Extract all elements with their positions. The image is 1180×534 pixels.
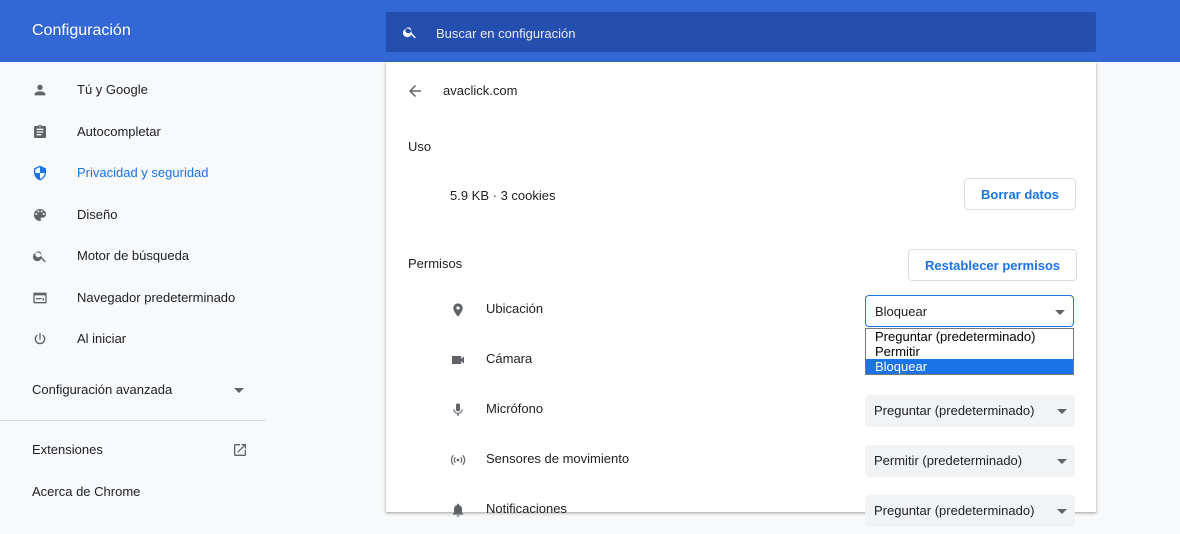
bell-icon [452,503,464,517]
clear-data-button[interactable]: Borrar datos [964,178,1077,210]
microphone-icon [453,403,463,416]
header-bar: Configuración [0,0,1180,62]
sidebar-item-search-engine[interactable]: Motor de búsqueda [0,236,266,276]
sidebar-item-on-startup[interactable]: Al iniciar [0,319,266,359]
permission-row-notifications: Notificaciones Preguntar (predeterminado… [386,486,1096,534]
sidebar-divider [0,420,266,421]
sidebar-item-label: Motor de búsqueda [77,248,190,263]
clipboard-icon [34,124,46,138]
sidebar-item-label: Extensiones [32,442,103,457]
permission-label: Notificaciones [486,501,567,516]
open-in-new-icon [234,444,246,456]
motion-sensors-permission-select[interactable]: Permitir (predeterminado) [865,445,1075,477]
palette-icon [34,209,46,221]
sidebar-item-about-chrome[interactable]: Acerca de Chrome [32,472,140,512]
permissions-heading: Permisos [408,256,463,271]
sidebar-item-you-and-google[interactable]: Tú y Google [0,70,266,110]
location-dropdown-list: Preguntar (predeterminado) Permitir Bloq… [865,328,1074,375]
notifications-permission-select[interactable]: Preguntar (predeterminado) [865,495,1075,527]
dropdown-option-block[interactable]: Bloquear [866,359,1073,374]
permission-row-location: Ubicación Bloquear [386,286,1096,334]
sidebar-item-default-browser[interactable]: Navegador predeterminado [0,278,266,318]
sidebar: Tú y Google Autocompletar Privacidad y s… [0,62,266,512]
search-icon [32,251,46,263]
selected-value: Preguntar (predeterminado) [874,403,1035,418]
permission-row-microphone: Micrófono Preguntar (predeterminado) [386,386,1096,434]
site-settings-card: avaclick.com Uso 5.9 KB · 3 cookies Borr… [386,62,1096,527]
location-permission-select[interactable]: Bloquear [865,295,1074,327]
sidebar-item-appearance[interactable]: Diseño [0,195,266,235]
search-input[interactable] [434,12,1038,54]
person-icon [34,84,46,96]
usage-heading: Uso [408,139,432,154]
sidebar-item-label: Autocompletar [77,124,161,139]
permission-label: Sensores de movimiento [486,451,630,466]
permission-label: Cámara [486,351,533,366]
search-icon [402,27,416,39]
site-name: avaclick.com [443,83,518,98]
search-bar[interactable] [386,12,1096,54]
selected-value: Preguntar (predeterminado) [874,503,1035,518]
advanced-settings-label: Configuración avanzada [32,382,173,397]
sidebar-item-extensions[interactable]: Extensiones [32,430,248,470]
sidebar-item-privacy[interactable]: Privacidad y seguridad [0,153,266,193]
selected-value: Permitir (predeterminado) [874,453,1023,468]
sidebar-item-label: Acerca de Chrome [32,484,141,499]
camera-icon [452,356,464,364]
dropdown-option-ask[interactable]: Preguntar (predeterminado) [866,329,1073,344]
page-title: Configuración [32,22,131,39]
shield-icon [34,165,46,181]
sidebar-item-autofill[interactable]: Autocompletar [0,112,266,152]
back-arrow-icon[interactable] [406,82,424,100]
chevron-down-icon [1057,459,1067,464]
dropdown-option-allow[interactable]: Permitir [866,344,1073,359]
location-pin-icon [453,303,463,317]
permission-row-motion-sensors: Sensores de movimiento Permitir (predete… [386,436,1096,484]
permission-label: Micrófono [486,401,544,416]
reset-permissions-button[interactable]: Restablecer permisos [908,249,1078,281]
sidebar-item-label: Tú y Google [77,82,148,97]
sidebar-item-label: Al iniciar [77,331,127,346]
motion-sensor-icon [450,454,466,466]
advanced-settings-toggle[interactable]: Configuración avanzada [32,372,248,408]
microphone-permission-select[interactable]: Preguntar (predeterminado) [865,395,1075,427]
sidebar-item-label: Diseño [77,207,118,222]
chevron-down-icon [1057,409,1067,414]
sidebar-item-label: Privacidad y seguridad [77,165,209,180]
power-icon [34,333,46,345]
permission-label: Ubicación [486,301,544,316]
usage-text: 5.9 KB · 3 cookies [450,188,556,203]
chevron-down-icon [234,388,244,393]
sidebar-item-label: Navegador predeterminado [77,290,236,305]
browser-icon [33,292,47,304]
chevron-down-icon [1055,310,1065,315]
selected-value: Bloquear [875,304,928,319]
